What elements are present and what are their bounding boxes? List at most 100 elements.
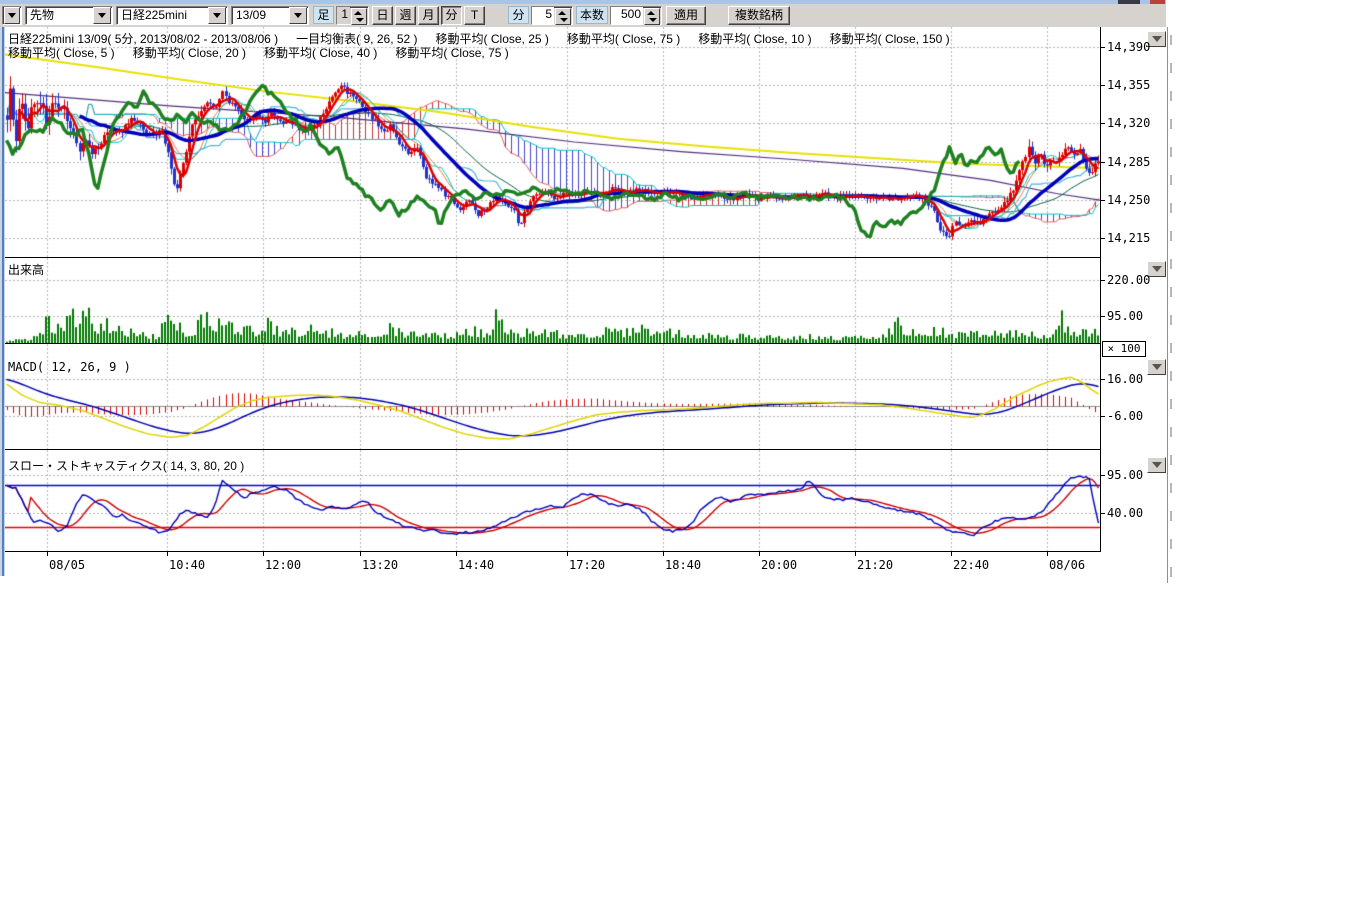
x-axis-tick <box>663 551 664 556</box>
bar-count-label: 本数 <box>576 6 608 24</box>
bar-count-value: 500 <box>611 7 643 24</box>
x-axis-tick <box>167 551 168 556</box>
y-axis-tick <box>1100 416 1105 417</box>
y-axis-label: 220.00 <box>1107 273 1150 287</box>
ma75-legend: 移動平均( Close, 75 ) <box>567 32 680 46</box>
pane-separator[interactable] <box>5 257 1101 258</box>
macd-pane-label: MACD( 12, 26, 9 ) <box>8 360 131 374</box>
period-tick-button[interactable]: T <box>464 6 485 25</box>
chevron-down-icon <box>1152 462 1162 468</box>
mini-dropdown[interactable] <box>2 6 22 25</box>
market-select-value: 先物 <box>26 8 92 23</box>
splitter-dashes <box>1170 35 1172 583</box>
y-axis-tick <box>1100 316 1105 317</box>
app-window: 先物 日経225mini 13/09 足 1 日 週 月 分 T 分 5 本数 … <box>0 0 1366 914</box>
period-month-button[interactable]: 月 <box>418 6 439 25</box>
collapse-stoch-pane-button[interactable] <box>1147 457 1166 473</box>
chevron-down-icon <box>1152 36 1162 42</box>
x-axis-label: 20:00 <box>761 558 797 572</box>
pane-separator[interactable] <box>5 449 1101 450</box>
ma20-legend: 移動平均( Close, 20 ) <box>133 46 246 60</box>
x-axis-tick <box>47 551 48 556</box>
macd-chart-canvas[interactable] <box>5 344 1100 449</box>
toolbar: 先物 日経225mini 13/09 足 1 日 週 月 分 T 分 5 本数 … <box>0 4 1166 28</box>
spinner-icon[interactable] <box>555 8 571 25</box>
minute-value: 5 <box>532 7 554 24</box>
period-week-button[interactable]: 週 <box>395 6 416 25</box>
period-day-button[interactable]: 日 <box>372 6 393 25</box>
y-axis-label: 14,285 <box>1107 155 1150 169</box>
volume-multiplier-badge: × 100 <box>1102 341 1146 357</box>
apply-button[interactable]: 適用 <box>666 6 706 25</box>
y-axis-tick <box>1100 379 1105 380</box>
y-axis-tick <box>1100 475 1105 476</box>
chevron-down-icon <box>1152 266 1162 272</box>
x-axis-label: 13:20 <box>362 558 398 572</box>
volume-chart-canvas[interactable] <box>5 258 1100 343</box>
chevron-down-icon[interactable] <box>208 7 226 24</box>
ma10-legend: 移動平均( Close, 10 ) <box>698 32 811 46</box>
x-axis-label: 21:20 <box>857 558 893 572</box>
symbol-select[interactable]: 日経225mini <box>116 6 228 25</box>
x-axis-tick <box>567 551 568 556</box>
y-axis-label: 14,250 <box>1107 193 1150 207</box>
chevron-down-icon[interactable] <box>93 7 111 24</box>
contract-month-value: 13/09 <box>232 8 288 23</box>
pane-separator[interactable] <box>5 343 1101 344</box>
y-axis-label: 40.00 <box>1107 506 1143 520</box>
bar-interval-stepper[interactable]: 1 <box>336 6 369 25</box>
period-minute-button[interactable]: 分 <box>441 6 462 25</box>
collapse-macd-pane-button[interactable] <box>1147 359 1166 375</box>
x-axis-tick <box>951 551 952 556</box>
x-axis-tick <box>263 551 264 556</box>
minute-stepper[interactable]: 5 <box>531 6 573 25</box>
indicator-legend-line2: 移動平均( Close, 5 ) 移動平均( Close, 20 ) 移動平均( C… <box>8 44 527 61</box>
y-axis-label: 14,355 <box>1107 78 1150 92</box>
y-axis-tick <box>1100 85 1105 86</box>
ma5-legend: 移動平均( Close, 5 ) <box>8 46 115 60</box>
bar-interval-value: 1 <box>337 7 350 24</box>
chart-region: 日経225mini 13/09( 5分, 2013/08/02 - 2013/0… <box>0 27 1170 583</box>
multi-symbol-button[interactable]: 複数銘柄 <box>728 6 790 25</box>
ma150-legend: 移動平均( Close, 150 ) <box>830 32 950 46</box>
minute-label: 分 <box>508 6 529 24</box>
x-axis-tick <box>456 551 457 556</box>
bar-count-stepper[interactable]: 500 <box>610 6 662 25</box>
y-axis-label: 14,320 <box>1107 116 1150 130</box>
y-axis-label: 95.00 <box>1107 309 1143 323</box>
x-axis-label: 08/05 <box>49 558 85 572</box>
x-axis-tick <box>360 551 361 556</box>
y-axis-label: 14,390 <box>1107 40 1150 54</box>
contract-month-select[interactable]: 13/09 <box>231 6 309 25</box>
spinner-icon[interactable] <box>351 8 367 25</box>
spinner-icon[interactable] <box>644 8 660 25</box>
x-axis-label: 14:40 <box>458 558 494 572</box>
vertical-splitter[interactable] <box>1167 27 1168 583</box>
y-axis-tick <box>1100 238 1105 239</box>
x-axis-label: 18:40 <box>665 558 701 572</box>
x-axis-tick <box>855 551 856 556</box>
y-axis-tick <box>1100 47 1105 48</box>
price-chart-canvas[interactable] <box>5 27 1100 257</box>
x-axis-tick <box>759 551 760 556</box>
chevron-down-icon[interactable] <box>4 7 20 24</box>
symbol-select-value: 日経225mini <box>117 8 207 23</box>
price-axis-line <box>1100 27 1101 552</box>
y-axis-tick <box>1100 123 1105 124</box>
x-axis-tick <box>1047 551 1048 556</box>
y-axis-label: 16.00 <box>1107 372 1143 386</box>
market-select[interactable]: 先物 <box>25 6 113 25</box>
y-axis-tick <box>1100 513 1105 514</box>
x-axis-label: 10:40 <box>169 558 205 572</box>
y-axis-label: -6.00 <box>1107 409 1143 423</box>
y-axis-label: 14,215 <box>1107 231 1150 245</box>
chevron-down-icon <box>1152 364 1162 370</box>
bar-type-label: 足 <box>313 6 334 24</box>
x-axis-label: 08/06 <box>1049 558 1085 572</box>
y-axis-label: 95.00 <box>1107 468 1143 482</box>
x-axis-label: 17:20 <box>569 558 605 572</box>
x-axis-label: 12:00 <box>265 558 301 572</box>
volume-pane-label: 出来高 <box>8 261 44 278</box>
ma75b-legend: 移動平均( Close, 75 ) <box>395 46 508 60</box>
chevron-down-icon[interactable] <box>289 7 307 24</box>
